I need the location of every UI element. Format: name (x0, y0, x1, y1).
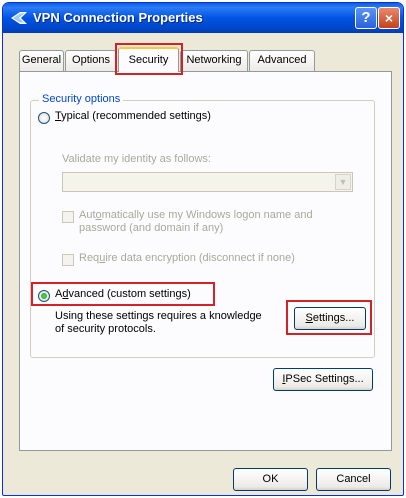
vpn-properties-window: VPN Connection Properties ? × General Op… (2, 2, 404, 496)
chevron-down-icon[interactable]: ▼ (335, 174, 351, 190)
typical-label[interactable]: Typical (recommended settings) (55, 110, 211, 122)
cancel-button[interactable]: Cancel (316, 468, 391, 491)
tab-networking[interactable]: Networking (180, 50, 248, 71)
validate-combo[interactable]: ▼ (62, 172, 353, 192)
ok-button[interactable]: OK (233, 468, 308, 491)
tab-general[interactable]: General (19, 50, 64, 71)
help-button[interactable]: ? (355, 7, 377, 29)
advanced-description: Using these settings requires a knowledg… (55, 310, 262, 335)
require-encryption-checkbox[interactable] (62, 254, 74, 266)
close-button[interactable]: × (378, 7, 400, 29)
security-options-group: Security options Typical (recommended se… (30, 93, 375, 358)
window-title: VPN Connection Properties (33, 10, 203, 25)
validate-label: Validate my identity as follows: (62, 153, 211, 165)
require-encryption-label[interactable]: Require data encryption (disconnect if n… (79, 252, 295, 264)
title-bar[interactable]: VPN Connection Properties ? × (3, 3, 403, 33)
auto-logon-checkbox[interactable] (62, 211, 74, 223)
auto-logon-label[interactable]: Automatically use my Windows logon name … (79, 209, 313, 235)
typical-radio[interactable] (38, 112, 50, 124)
ipsec-settings-button[interactable]: IPSec Settings... (273, 368, 373, 391)
security-tab-panel: Security options Typical (recommended se… (19, 71, 392, 451)
network-connection-icon (11, 12, 27, 24)
tab-options[interactable]: Options (65, 50, 117, 71)
tab-advanced[interactable]: Advanced (249, 50, 315, 71)
advanced-highlight (31, 282, 215, 306)
settings-highlight (286, 300, 372, 335)
group-label: Security options (39, 93, 124, 105)
security-tab-highlight (115, 43, 183, 75)
